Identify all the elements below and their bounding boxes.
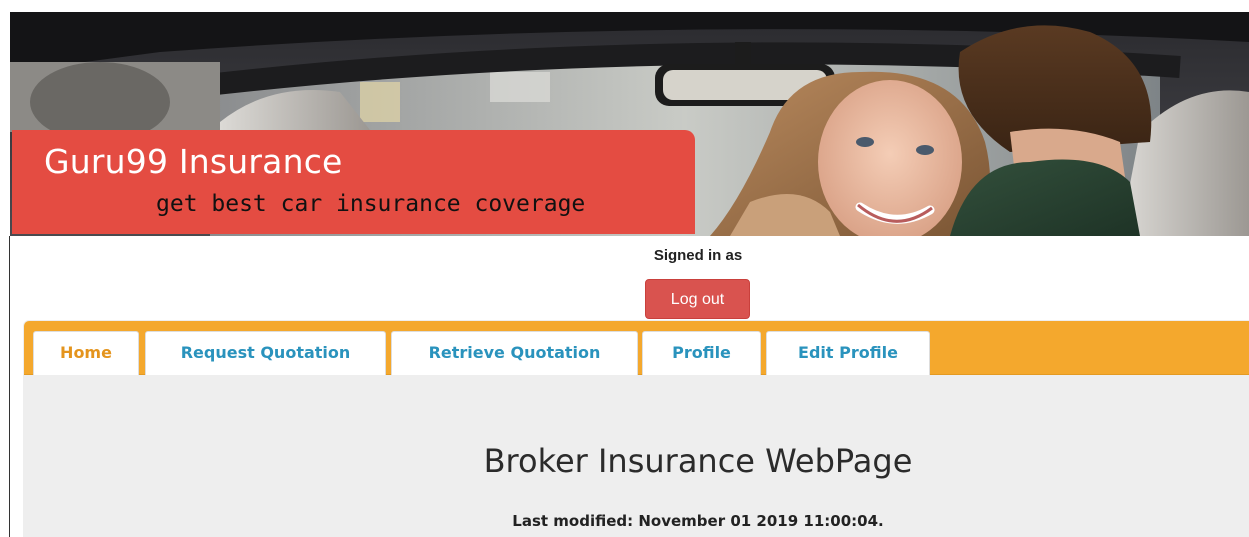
brand-title: Guru99 Insurance [44,142,343,181]
tab-edit-profile[interactable]: Edit Profile [766,331,930,375]
left-border [9,236,10,537]
signed-in-label: Signed in as [653,247,743,264]
brand-tagline: get best car insurance coverage [156,191,586,217]
tab-retrieve-quotation[interactable]: Retrieve Quotation [391,331,638,375]
tab-home[interactable]: Home [33,331,139,375]
page-title: Broker Insurance WebPage [483,442,913,480]
last-modified-text: Last modified: November 01 2019 11:00:04… [512,512,884,530]
page: Guru99 Insurance get best car insurance … [0,0,1249,537]
tab-profile[interactable]: Profile [642,331,761,375]
header-banner: Guru99 Insurance get best car insurance … [10,12,1249,236]
tab-request-quotation[interactable]: Request Quotation [145,331,386,375]
brand-box: Guru99 Insurance get best car insurance … [12,130,695,234]
logout-button[interactable]: Log out [645,279,750,319]
